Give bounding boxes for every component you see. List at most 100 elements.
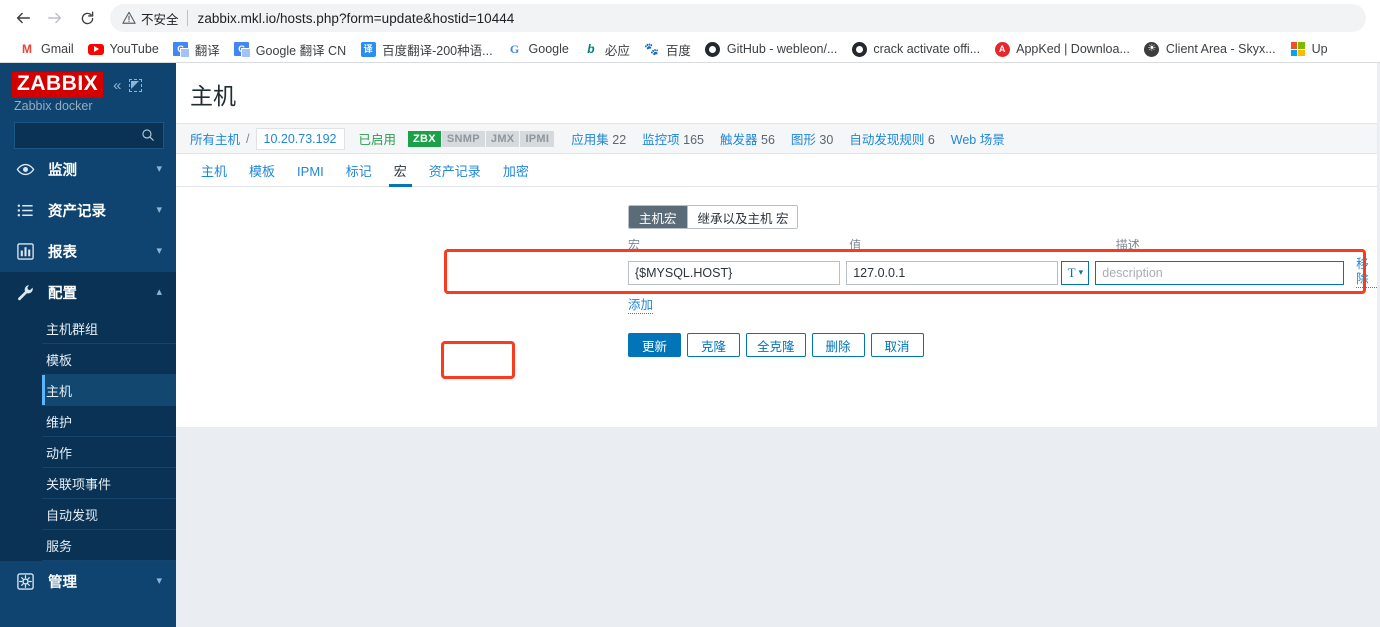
address-bar[interactable]: 不安全 zabbix.mkl.io/hosts.php?form=update&… [110,4,1366,32]
chevron-down-icon: ▾ [156,204,162,216]
bookmark-gmail[interactable]: M Gmail [12,38,81,60]
sidebar-item-label: 配置 [48,286,77,302]
form-actions: 更新 克隆 全克隆 删除 取消 [628,333,1377,357]
link-graphs[interactable]: 图形 30 [791,129,833,148]
tab-macros[interactable]: 宏 [383,165,418,187]
sidebar-item-event-correlation[interactable]: 关联项事件 [42,468,176,499]
bookmark-label: 百度 [665,43,691,58]
security-label: 不安全 [141,12,179,27]
bookmark-label: GitHub - webleon/... [726,42,838,56]
tab-host[interactable]: 主机 [190,165,238,186]
sidebar-item-host-groups[interactable]: 主机群组 [42,313,176,344]
double-chevron-left-icon[interactable]: « [113,78,121,93]
tab-ipmi[interactable]: IPMI [286,165,335,186]
bookmark-baidu[interactable]: 🐾 百度 [637,38,698,60]
label-value: 值 [849,238,862,252]
sidebar-item-hosts[interactable]: 主机 [42,375,176,406]
bookmark-translate[interactable]: G 翻译 [166,38,227,60]
tab-label: 主机 [201,164,228,179]
sidebar-subitem-label: 关联项事件 [46,476,112,492]
macro-value-input[interactable] [846,260,1059,285]
label-macro: 宏 [628,238,641,252]
tab-inventory[interactable]: 资产记录 [418,165,492,186]
bookmark-crack-activate[interactable]: crack activate offi... [844,38,987,60]
macros-form: 主机宏 继承以及主机 宏 宏 值 描述 T ▾ [176,187,1377,427]
zabbix-logo[interactable]: ZABBIX [12,72,104,98]
sidebar-item-services[interactable]: 服务 [42,530,176,561]
count-value: 165 [683,133,705,147]
add-macro-link[interactable]: 添加 [628,298,654,314]
tab-label: 标记 [345,164,372,179]
button-label: 删除 [825,339,851,354]
bookmark-github-webleon[interactable]: GitHub - webleon/... [698,38,844,60]
sidebar-item-configuration[interactable]: 配置 ▴ [0,272,176,313]
sidebar-item-discovery[interactable]: 自动发现 [42,499,176,530]
clone-button[interactable]: 克隆 [687,333,740,357]
link-discovery-rules[interactable]: 自动发现规则 6 [849,129,934,148]
count-label: 自动发现规则 [849,133,925,147]
link-web-scenarios[interactable]: Web 场景 [951,129,1005,148]
back-arrow-icon[interactable] [8,3,38,33]
link-triggers[interactable]: 触发器 56 [720,129,775,148]
sidebar-item-inventory[interactable]: 资产记录 ▾ [0,190,176,231]
breadcrumb-current-host[interactable]: 10.20.73.192 [255,127,345,150]
sidebar-item-reports[interactable]: 报表 ▾ [0,231,176,272]
sidebar-item-monitoring[interactable]: 监测 ▾ [0,149,176,190]
protocol-badge-zbx: ZBX [408,130,441,147]
sidebar-submenu: 主机群组 模板 主机 维护 动作 关联项事件 自动发现 服务 [0,313,176,561]
bookmark-google[interactable]: G Google [500,38,576,60]
tab-templates[interactable]: 模板 [238,165,286,186]
eye-icon [14,160,36,179]
google-icon: G [509,42,520,56]
bookmarks-bar: M Gmail YouTube G 翻译 G Google 翻译 CN 译 百度… [0,36,1380,62]
delete-button[interactable]: 删除 [811,333,865,357]
toggle-host-macros[interactable]: 主机宏 [629,206,687,228]
globe-icon: ☀ [1144,41,1160,57]
full-clone-button[interactable]: 全克隆 [746,333,806,357]
value-type-dropdown[interactable]: T ▾ [1061,260,1090,285]
sidebar-item-actions[interactable]: 动作 [42,437,176,468]
macro-description-input[interactable] [1095,260,1345,285]
forward-arrow-icon[interactable] [40,3,70,33]
update-button[interactable]: 更新 [628,333,681,357]
protocol-badges: ZBX SNMP JMX IPMI [408,130,555,147]
bing-icon: b [587,42,595,56]
sidebar: ZABBIX « Zabbix docker 监测 ▾ 资产记录 ▾ 报表 ▾ … [0,63,176,627]
tab-tags[interactable]: 标记 [335,165,383,186]
count-value: 30 [819,133,834,147]
toggle-inherited-and-host-macros[interactable]: 继承以及主机 宏 [686,206,797,228]
breadcrumb-all-hosts[interactable]: 所有主机 [190,129,240,148]
count-value: 56 [761,133,775,147]
bookmark-youtube[interactable]: YouTube [81,38,166,60]
macro-field-labels: 宏 值 描述 [628,238,1377,253]
github-icon [851,41,867,57]
protocol-badge-jmx: JMX [485,130,520,147]
reload-icon[interactable] [72,3,102,33]
count-value: 22 [612,133,627,147]
link-applications[interactable]: 应用集 22 [571,129,626,148]
gmail-icon: M [22,42,32,56]
sidebar-item-maintenance[interactable]: 维护 [42,406,176,437]
search-input[interactable] [14,122,164,149]
bookmark-bing[interactable]: b 必应 [576,38,637,60]
count-label: 监控项 [642,133,680,147]
bookmark-client-area[interactable]: ☀ Client Area - Skyx... [1137,38,1283,60]
host-status-badge[interactable]: 已启用 [359,129,397,148]
cancel-button[interactable]: 取消 [870,333,924,357]
tab-encryption[interactable]: 加密 [492,165,540,186]
bookmark-label: AppKed | Downloa... [1016,42,1130,56]
bookmark-google-translate-cn[interactable]: G Google 翻译 CN [227,38,353,60]
expand-icon[interactable] [128,78,142,92]
sidebar-item-templates[interactable]: 模板 [42,344,176,375]
bookmark-up[interactable]: Up [1283,38,1335,60]
tab-label: 模板 [249,164,276,179]
remove-macro-link[interactable]: 移除 [1356,257,1377,288]
chevron-down-icon: ▾ [156,575,162,587]
chevron-down-icon: ▾ [1078,267,1084,277]
url-text: zabbix.mkl.io/hosts.php?form=update&host… [197,10,515,26]
link-items[interactable]: 监控项 165 [642,129,704,148]
macro-name-input[interactable] [628,260,841,285]
bookmark-baidu-translate[interactable]: 译 百度翻译-200种语... [353,38,499,60]
bookmark-appked[interactable]: A AppKed | Downloa... [987,38,1137,60]
sidebar-item-administration[interactable]: 管理 ▾ [0,561,176,602]
